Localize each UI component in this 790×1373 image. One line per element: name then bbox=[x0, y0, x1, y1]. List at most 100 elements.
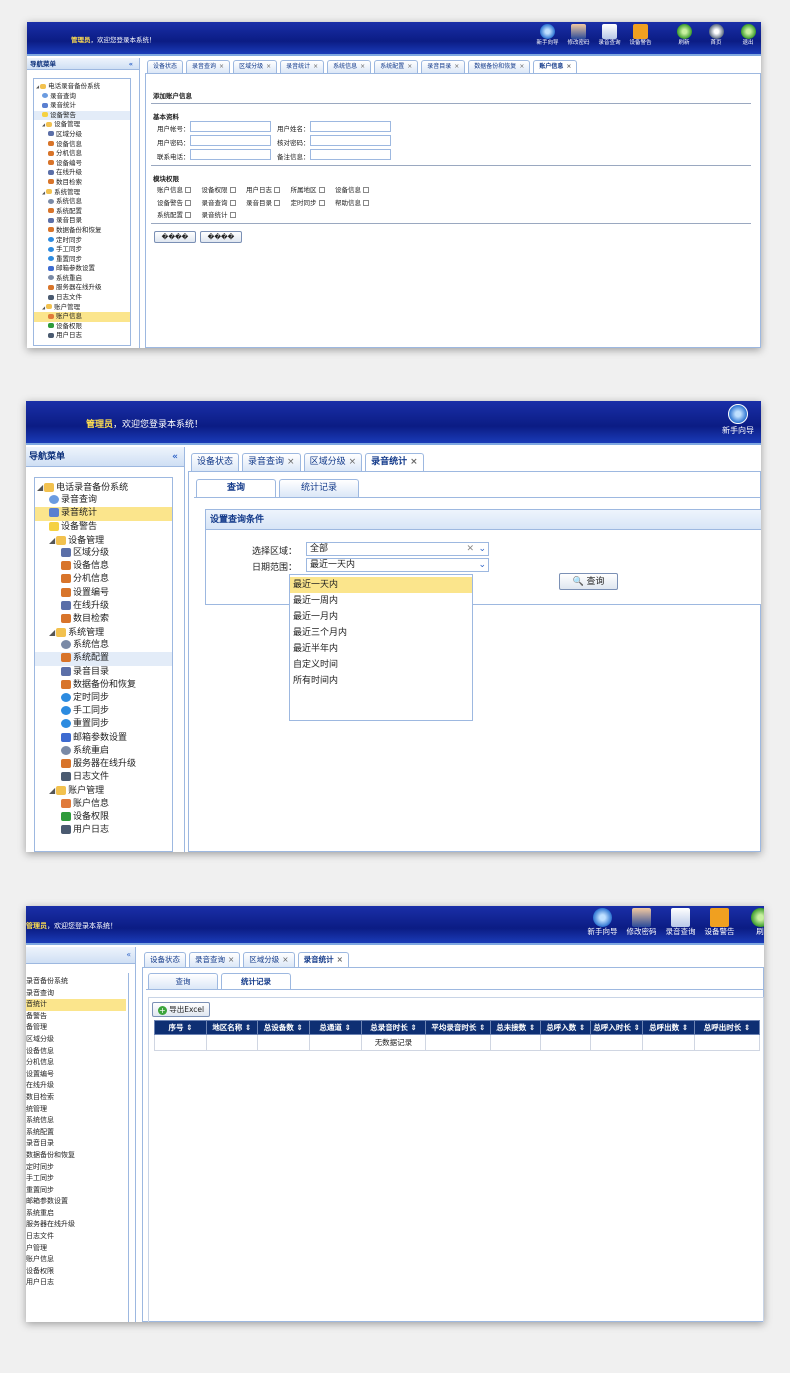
close-icon[interactable]: × bbox=[360, 63, 365, 70]
expand-toggle-icon[interactable]: ◢ bbox=[49, 786, 55, 795]
tab[interactable]: 录音统计 × bbox=[280, 60, 325, 73]
subtab[interactable]: 查询 bbox=[148, 973, 218, 989]
toolbar-button[interactable]: 修改密码 bbox=[622, 908, 661, 938]
nav-item[interactable]: 户管理 bbox=[26, 1243, 126, 1255]
nav-item[interactable]: 数据备份和恢复 bbox=[35, 679, 172, 692]
nav-item[interactable]: 账户信息 bbox=[26, 1254, 126, 1266]
checkbox[interactable] bbox=[363, 187, 369, 193]
nav-item[interactable]: 系统配置 bbox=[26, 1127, 126, 1139]
nav-item[interactable]: 设备编号 bbox=[34, 159, 130, 169]
checkbox[interactable] bbox=[229, 212, 236, 218]
nav-item[interactable]: 日志文件 bbox=[34, 293, 130, 303]
nav-item[interactable]: ◢ 设备管理 bbox=[34, 120, 130, 130]
checkbox[interactable] bbox=[229, 199, 236, 206]
toolbar-button[interactable]: 设备警告 bbox=[700, 908, 739, 938]
clear-icon[interactable]: ✕ bbox=[466, 543, 474, 555]
guide-tool[interactable]: 新手向导 bbox=[718, 404, 758, 438]
nav-item[interactable]: 设备警告 bbox=[35, 521, 172, 534]
text-field[interactable] bbox=[190, 135, 271, 146]
column-header[interactable]: 地区名称 ⇕ bbox=[205, 1020, 258, 1035]
toolbar-button[interactable]: 修改密码 bbox=[563, 24, 594, 48]
tab[interactable]: 区域分级 × bbox=[233, 60, 278, 73]
column-header[interactable]: 总呼出时长 ⇕ bbox=[694, 1020, 760, 1035]
nav-item[interactable]: 录音查询 bbox=[34, 92, 130, 102]
column-header[interactable]: 总呼出数 ⇕ bbox=[642, 1020, 696, 1035]
nav-item[interactable]: 手工同步 bbox=[35, 705, 172, 718]
nav-item[interactable]: 统管理 bbox=[26, 1104, 126, 1116]
text-field[interactable] bbox=[310, 149, 391, 160]
nav-item[interactable]: ◢ 设备管理 bbox=[35, 534, 172, 547]
tab[interactable]: 设备状态 bbox=[144, 952, 186, 967]
nav-item[interactable]: 分机信息 bbox=[35, 573, 172, 586]
checkbox[interactable] bbox=[274, 187, 280, 193]
permission-checkbox[interactable]: 录音统计 bbox=[202, 209, 236, 219]
toolbar-button[interactable]: 首页 bbox=[700, 24, 732, 48]
nav-item[interactable]: 录音查询 bbox=[35, 494, 172, 507]
tab[interactable]: 系统配置 × bbox=[374, 60, 419, 73]
checkbox[interactable] bbox=[363, 199, 369, 206]
column-header[interactable]: 总呼入时长 ⇕ bbox=[590, 1020, 644, 1035]
nav-item[interactable]: 邮箱参数设置 bbox=[26, 1196, 126, 1208]
close-icon[interactable]: × bbox=[349, 457, 357, 467]
nav-item[interactable]: 系统信息 bbox=[35, 639, 172, 652]
nav-item[interactable]: 设备权限 bbox=[34, 322, 130, 332]
permission-checkbox[interactable]: 设备权限 bbox=[202, 184, 236, 194]
nav-item[interactable]: ◢ 账户管理 bbox=[35, 784, 172, 797]
nav-item[interactable]: 服务器在线升级 bbox=[34, 283, 130, 293]
nav-item[interactable]: 系统重启 bbox=[35, 745, 172, 758]
nav-item[interactable]: 系统配置 bbox=[34, 207, 130, 217]
nav-item[interactable]: 系统信息 bbox=[34, 197, 130, 207]
toolbar-button[interactable]: 退出 bbox=[732, 24, 761, 48]
permission-checkbox[interactable]: 帮助信息 bbox=[335, 197, 369, 207]
nav-item[interactable]: 数目检索 bbox=[34, 178, 130, 188]
nav-item[interactable]: ◢ 账户管理 bbox=[34, 303, 130, 313]
tab[interactable]: 录音统计 × bbox=[297, 952, 349, 967]
nav-item[interactable]: 系统信息 bbox=[26, 1115, 126, 1127]
export-excel-button[interactable]: + 导出Excel bbox=[152, 1002, 210, 1017]
query-button[interactable]: 🔍 查询 bbox=[559, 573, 618, 590]
checkbox[interactable] bbox=[185, 199, 191, 206]
tab[interactable]: 区域分级 × bbox=[243, 952, 295, 967]
tab[interactable]: 设备状态 bbox=[147, 60, 184, 73]
toolbar-button[interactable]: 刷新 bbox=[668, 24, 700, 48]
expand-toggle-icon[interactable]: ◢ bbox=[49, 536, 55, 545]
checkbox[interactable] bbox=[318, 199, 325, 206]
nav-item[interactable]: 定时同步 bbox=[35, 692, 172, 705]
close-icon[interactable]: × bbox=[282, 955, 288, 964]
nav-item[interactable]: 邮箱参数设置 bbox=[35, 732, 172, 745]
nav-item[interactable]: 重置同步 bbox=[26, 1185, 126, 1197]
nav-item[interactable]: 分机信息 bbox=[26, 1057, 126, 1069]
column-header[interactable]: 总设备数 ⇕ bbox=[256, 1020, 310, 1035]
nav-item[interactable]: 数目检索 bbox=[26, 1092, 126, 1104]
tab[interactable]: 录音查询 × bbox=[242, 453, 301, 471]
dropdown-option[interactable]: 最近一天内 bbox=[290, 577, 472, 593]
nav-item[interactable]: 录音目录 bbox=[26, 1138, 126, 1150]
close-icon[interactable]: × bbox=[454, 63, 459, 70]
text-field[interactable] bbox=[190, 149, 271, 160]
nav-item[interactable]: 重置同步 bbox=[35, 718, 172, 731]
nav-item[interactable]: ◢ 系统管理 bbox=[34, 188, 130, 198]
tab[interactable]: 账户信息 × bbox=[533, 60, 578, 73]
tab[interactable]: 设备状态 bbox=[191, 453, 240, 471]
nav-item[interactable]: 在线升级 bbox=[34, 168, 130, 178]
permission-checkbox[interactable]: 用户日志 bbox=[246, 184, 280, 194]
nav-item[interactable]: 区域分级 bbox=[34, 130, 130, 140]
tab[interactable]: 录音查询 × bbox=[189, 952, 241, 967]
expand-toggle-icon[interactable]: ◢ bbox=[42, 122, 45, 127]
nav-item[interactable]: 区域分级 bbox=[26, 1034, 126, 1046]
nav-item[interactable]: 系统配置 bbox=[35, 652, 172, 666]
toolbar-button[interactable]: 新手向导 bbox=[532, 24, 563, 48]
tab[interactable]: 录音查询 × bbox=[186, 60, 231, 73]
nav-item[interactable]: 邮箱参数设置 bbox=[34, 264, 130, 274]
nav-item[interactable]: 账户信息 bbox=[34, 312, 130, 322]
nav-item[interactable]: 录音备份系统 bbox=[26, 976, 126, 988]
subtab[interactable]: 统计记录 bbox=[221, 973, 291, 989]
close-icon[interactable]: × bbox=[313, 63, 318, 70]
checkbox[interactable] bbox=[185, 187, 191, 193]
dropdown-option[interactable]: 自定义时间 bbox=[290, 657, 472, 673]
nav-item[interactable]: 音统计 bbox=[26, 999, 126, 1011]
collapse-icon[interactable]: « bbox=[129, 58, 133, 70]
nav-item[interactable]: 数据备份和恢复 bbox=[34, 226, 130, 236]
column-header[interactable]: 总呼入数 ⇕ bbox=[540, 1020, 592, 1035]
nav-item[interactable]: 设备权限 bbox=[35, 811, 172, 824]
